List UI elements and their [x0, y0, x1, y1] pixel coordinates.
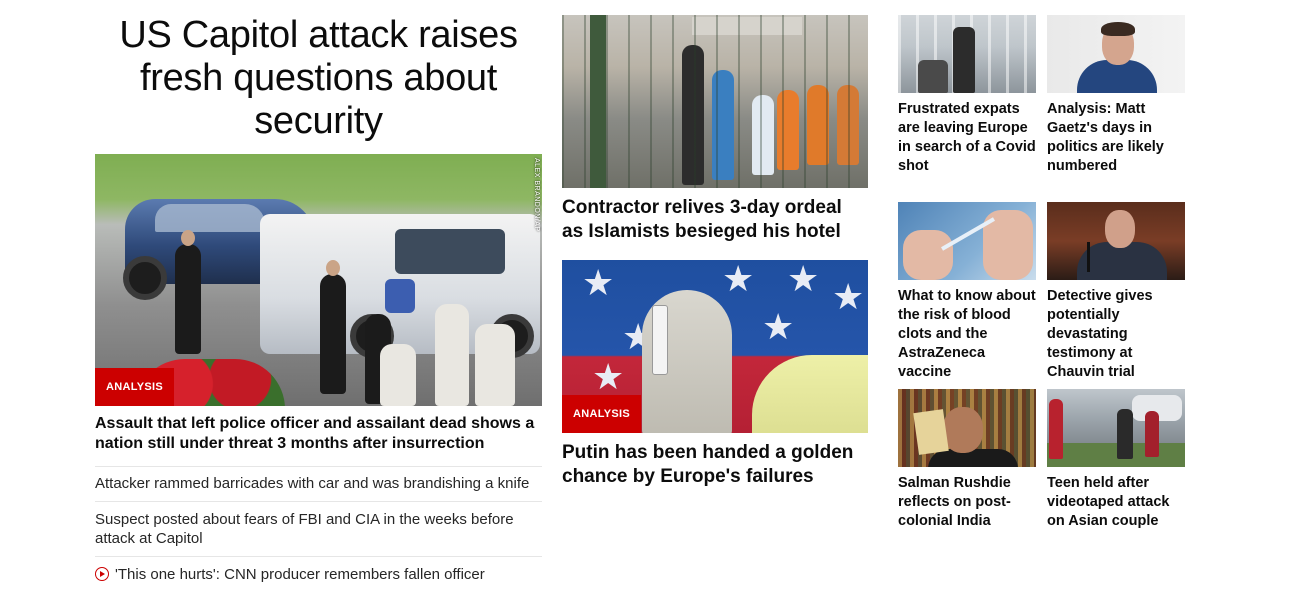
top-story-image[interactable]: ALEX BRANDON/AP ANALYSIS: [95, 154, 542, 406]
grid-story-link[interactable]: Teen held after videotaped attack on Asi…: [1047, 474, 1185, 531]
related-link-text[interactable]: 'This one hurts': CNN producer remembers…: [115, 566, 485, 583]
grid-card[interactable]: What to know about the risk of blood clo…: [898, 202, 1036, 382]
hand-shape: [903, 230, 953, 280]
star-shape: ★: [592, 357, 625, 398]
contractor-story-link[interactable]: Contractor relives 3-day ordeal as Islam…: [562, 196, 868, 244]
grass-shape: [1047, 443, 1185, 467]
putin-story-image[interactable]: ★ ★ ★ ★ ★ ★ ★ ANALYSIS: [562, 260, 868, 433]
star-shape: ★: [762, 307, 795, 348]
protective-suit: [752, 355, 868, 433]
star-shape: ★: [832, 277, 865, 318]
fence-shape: [562, 15, 868, 188]
grid-card[interactable]: Teen held after videotaped attack on Asi…: [1047, 389, 1185, 531]
person-head: [326, 260, 340, 276]
person: [1117, 409, 1133, 459]
photo-credit: ALEX BRANDON/AP: [533, 158, 540, 232]
grid-story-link[interactable]: What to know about the risk of blood clo…: [898, 287, 1036, 382]
related-link[interactable]: Suspect posted about fears of FBI and CI…: [95, 501, 542, 556]
person: [475, 324, 515, 406]
grid-card[interactable]: Detective gives potentially devastating …: [1047, 202, 1185, 382]
truck-window: [395, 229, 505, 274]
star-shape: ★: [722, 260, 755, 300]
face-shape: [1105, 210, 1135, 248]
related-link-text[interactable]: Suspect posted about fears of FBI and CI…: [95, 511, 514, 547]
related-link-text[interactable]: Attacker rammed barricades with car and …: [95, 475, 529, 492]
person: [953, 27, 975, 93]
grid-card[interactable]: Frustrated expats are leaving Europe in …: [898, 15, 1036, 176]
grid-story-link[interactable]: Detective gives potentially devastating …: [1047, 287, 1185, 382]
hair-shape: [1101, 22, 1135, 36]
person-head: [181, 230, 195, 246]
person: [435, 304, 469, 406]
analysis-badge: ANALYSIS: [562, 395, 642, 433]
play-video-icon: [95, 567, 109, 581]
secondary-stories: Contractor relives 3-day ordeal as Islam…: [562, 15, 868, 505]
person: [175, 244, 201, 354]
related-link[interactable]: Attacker rammed barricades with car and …: [95, 466, 542, 501]
grid-card[interactable]: Analysis: Matt Gaetz's days in politics …: [1047, 15, 1185, 176]
fence-post: [590, 15, 606, 188]
putin-story-link[interactable]: Putin has been handed a golden chance by…: [562, 441, 868, 489]
person: [320, 274, 346, 394]
person: [1145, 411, 1159, 457]
contractor-story-image[interactable]: [562, 15, 868, 188]
vaccine-vial: [652, 305, 668, 375]
top-story: US Capitol attack raises fresh questions…: [95, 14, 542, 592]
car-window: [155, 204, 265, 232]
wheel: [123, 256, 167, 300]
top-story-headline[interactable]: US Capitol attack raises fresh questions…: [95, 14, 542, 143]
person: [380, 344, 416, 406]
book-shape: [913, 409, 949, 455]
portrait-photo-icon[interactable]: [1047, 15, 1185, 93]
portrait-photo-icon[interactable]: [898, 389, 1036, 467]
grid-card[interactable]: Salman Rushdie reflects on post-colonial…: [898, 389, 1036, 531]
courtroom-photo-icon[interactable]: [1047, 202, 1185, 280]
police-emblem: [385, 279, 415, 313]
face-shape: [943, 407, 983, 453]
lead-story-link[interactable]: Assault that left police officer and ass…: [95, 414, 542, 454]
star-shape: ★: [787, 260, 820, 300]
star-shape: ★: [582, 263, 615, 304]
person: [1049, 399, 1063, 459]
luggage: [918, 60, 948, 93]
airport-photo-icon[interactable]: [898, 15, 1036, 93]
related-links: Attacker rammed barricades with car and …: [95, 466, 542, 592]
microphone-shape: [1087, 242, 1090, 272]
analysis-badge: ANALYSIS: [95, 368, 175, 406]
grid-story-link[interactable]: Salman Rushdie reflects on post-colonial…: [898, 474, 1036, 531]
grid-story-link[interactable]: Analysis: Matt Gaetz's days in politics …: [1047, 100, 1185, 176]
grid-story-link[interactable]: Frustrated expats are leaving Europe in …: [898, 100, 1036, 176]
vaccine-photo-icon[interactable]: [898, 202, 1036, 280]
street-photo-icon[interactable]: [1047, 389, 1185, 467]
related-link[interactable]: 'This one hurts': CNN producer remembers…: [95, 556, 542, 592]
